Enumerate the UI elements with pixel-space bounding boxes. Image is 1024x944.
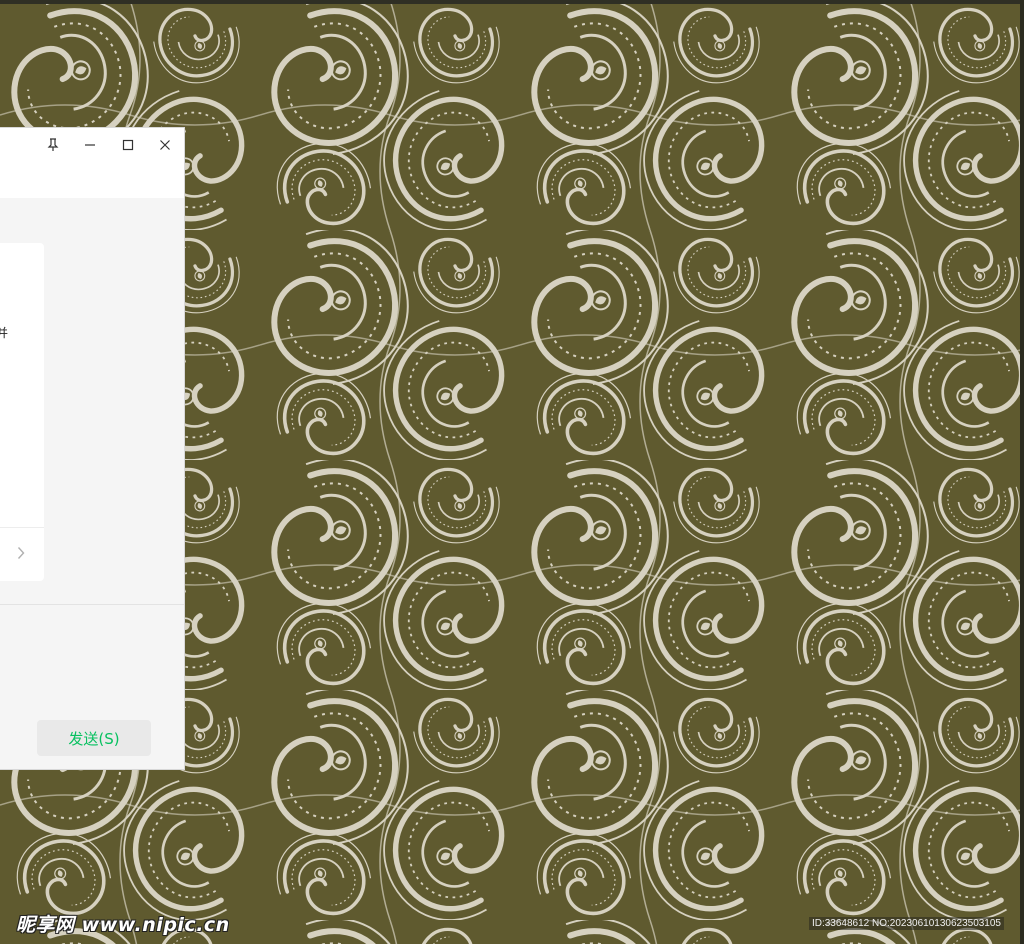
screen-top-edge — [0, 0, 1024, 4]
watermark-logo: 昵享网 www.nipic.cn — [16, 914, 230, 936]
chevron-right-icon[interactable] — [14, 545, 28, 561]
screen-right-edge — [1020, 0, 1024, 944]
card-partial-text: 并 — [0, 326, 8, 340]
watermark-id: ID:33648612 NO:20230610130623503105 — [808, 917, 1004, 930]
maximize-icon[interactable] — [116, 133, 140, 157]
send-button[interactable]: 发送(S) — [37, 720, 151, 756]
title-bar[interactable] — [0, 128, 184, 199]
minimize-icon[interactable] — [78, 133, 102, 157]
message-card[interactable]: 并 — [0, 243, 44, 581]
desktop: 并 发送(S) 昵享网 www.nipic.cn ID:33648612 NO:… — [0, 0, 1024, 944]
card-divider — [0, 527, 44, 528]
chat-window: 并 发送(S) — [0, 127, 185, 770]
message-input-area[interactable]: 发送(S) — [0, 605, 184, 769]
message-area[interactable]: 并 — [0, 198, 184, 604]
close-icon[interactable] — [153, 133, 177, 157]
pin-icon[interactable] — [41, 133, 65, 157]
